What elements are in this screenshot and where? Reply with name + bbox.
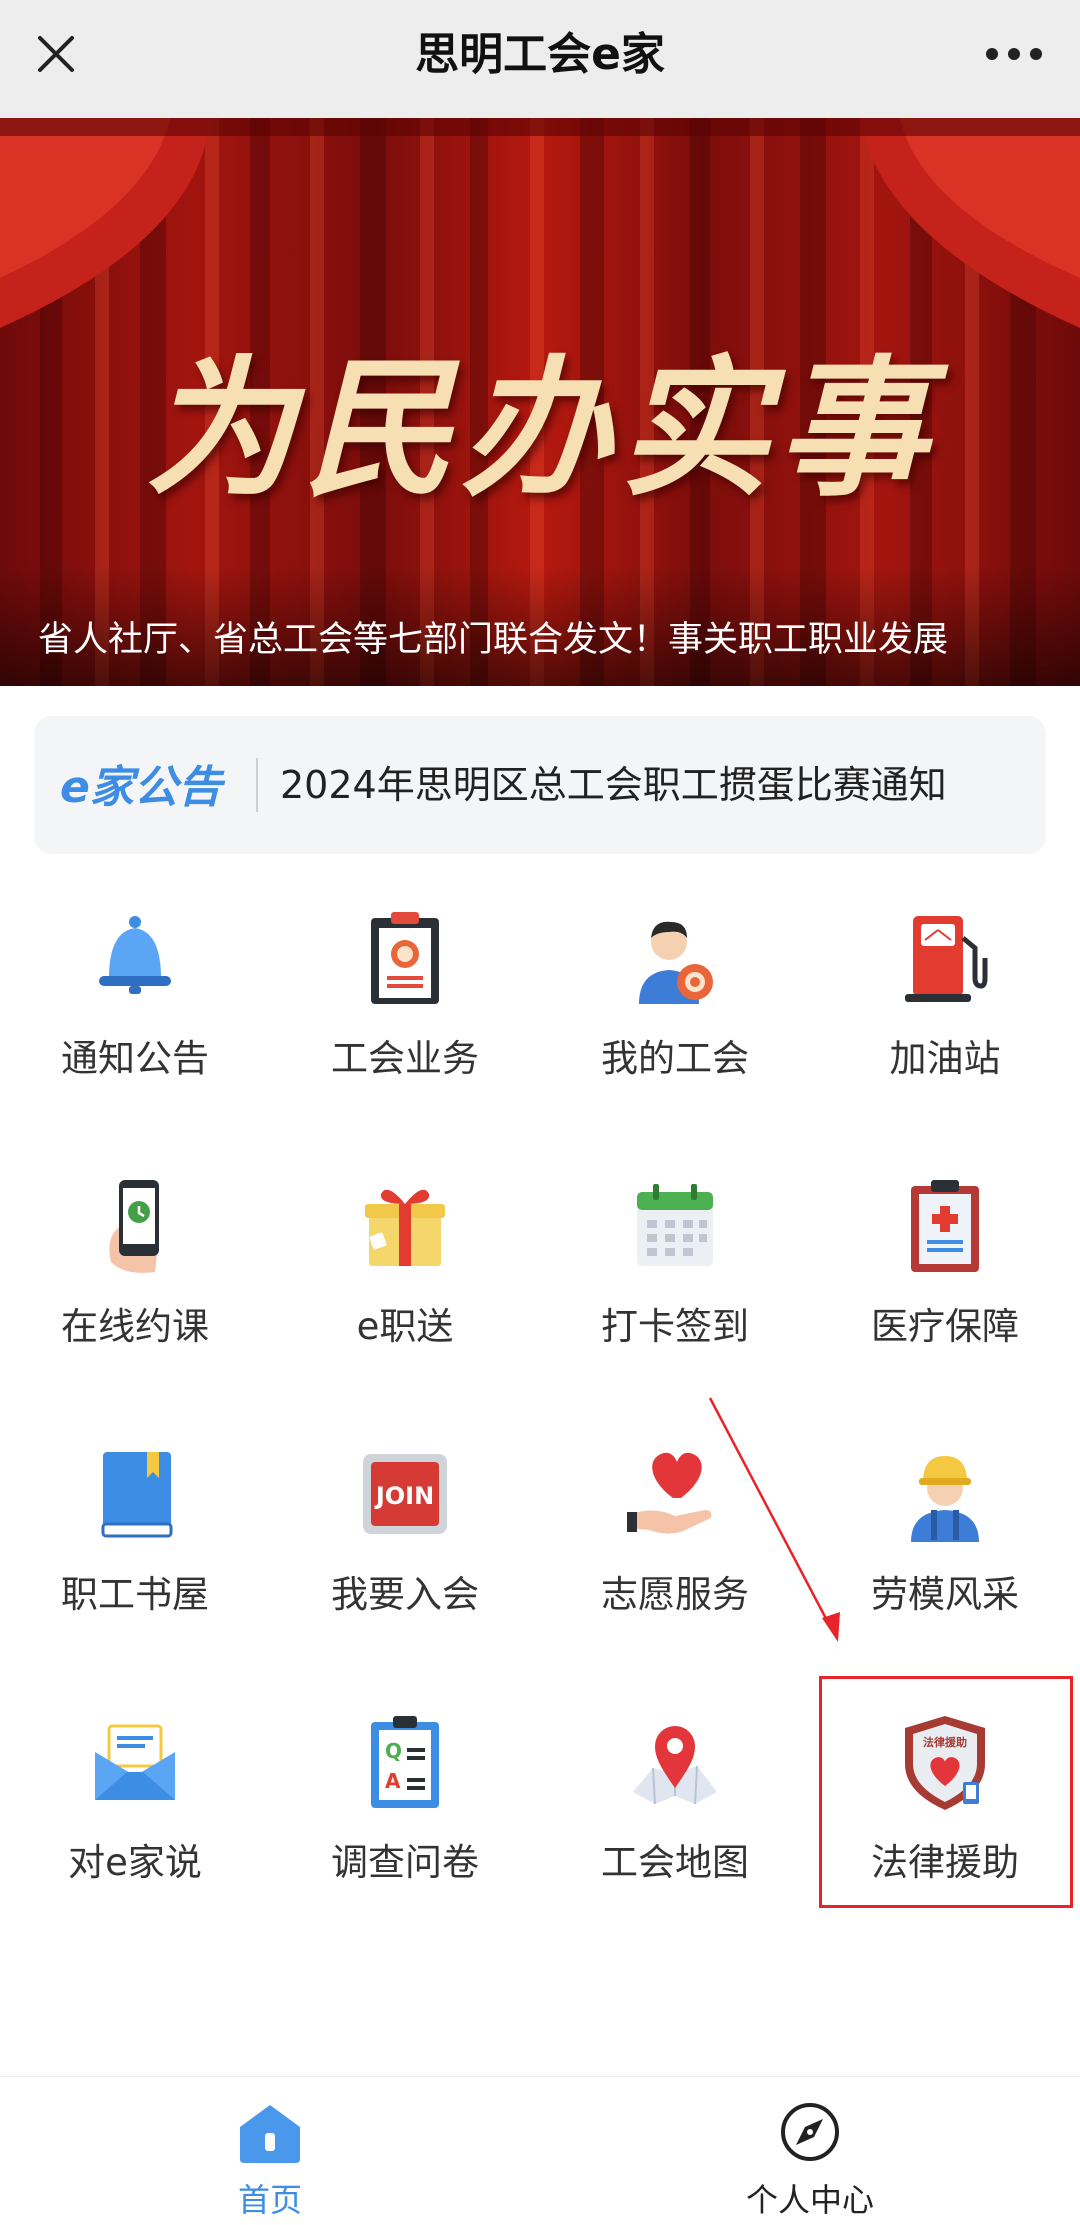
grid-row: 在线约课 e职送 打卡签到 医疗保障 bbox=[0, 1148, 1080, 1416]
qa-clipboard-icon: Q A bbox=[371, 1716, 439, 1808]
grid-label: 打卡签到 bbox=[601, 1305, 749, 1348]
grid-item-bookhouse[interactable]: 职工书屋 bbox=[0, 1416, 270, 1684]
nav-label-home: 首页 bbox=[237, 2181, 302, 2219]
red-arrow-annotation bbox=[708, 1397, 840, 1642]
grid-row: 职工书屋 JOIN 我要入会 志愿服务 劳模风采 bbox=[0, 1416, 1080, 1684]
grid-item-union-map[interactable]: 工会地图 bbox=[540, 1684, 810, 1952]
grid-item-e-delivery[interactable]: e职送 bbox=[270, 1148, 540, 1416]
grid-item-check-in[interactable]: 打卡签到 bbox=[540, 1148, 810, 1416]
svg-text:A: A bbox=[385, 1769, 401, 1793]
calendar-icon bbox=[637, 1184, 713, 1266]
grid-label: 职工书屋 bbox=[61, 1573, 209, 1616]
nav-label-profile: 个人中心 bbox=[745, 2181, 874, 2219]
grid-label: 我的工会 bbox=[601, 1037, 749, 1080]
grid-item-model-workers[interactable]: 劳模风采 bbox=[810, 1416, 1080, 1684]
more-dots-icon bbox=[986, 48, 1042, 60]
banner-carousel[interactable]: 为民办实事 省人社厅、省总工会等七部门联合发文！事关职工职业发展 bbox=[0, 118, 1080, 686]
book-icon bbox=[101, 1452, 173, 1538]
grid-row: 通知公告 工会业务 我的工会 加油站 bbox=[0, 880, 1080, 1148]
banner-headline: 为民办实事 bbox=[144, 341, 935, 517]
envelope-icon bbox=[95, 1724, 175, 1800]
medical-clipboard-icon bbox=[911, 1180, 979, 1272]
grid-label: 调查问卷 bbox=[331, 1841, 479, 1884]
svg-text:JOIN: JOIN bbox=[374, 1482, 434, 1510]
grid-label: 通知公告 bbox=[61, 1037, 209, 1080]
grid-label: 医疗保障 bbox=[871, 1305, 1019, 1348]
nav-tab-profile[interactable]: 个人中心 bbox=[540, 2077, 1080, 2225]
grid-label: 对e家说 bbox=[68, 1841, 202, 1884]
home-icon bbox=[240, 2105, 300, 2163]
bell-icon bbox=[99, 916, 171, 994]
grid-item-feedback[interactable]: 对e家说 bbox=[0, 1684, 270, 1952]
phone-clock-icon bbox=[109, 1180, 159, 1273]
grid-item-gas-station[interactable]: 加油站 bbox=[810, 880, 1080, 1148]
grid-item-join-union[interactable]: JOIN 我要入会 bbox=[270, 1416, 540, 1684]
worker-helmet-icon bbox=[911, 1456, 979, 1542]
grid-item-notice[interactable]: 通知公告 bbox=[0, 880, 270, 1148]
grid-label: 工会业务 bbox=[331, 1037, 479, 1080]
member-avatar-icon bbox=[639, 921, 713, 1004]
clipboard-badge-icon bbox=[371, 912, 439, 1004]
svg-text:e家公告: e家公告 bbox=[60, 762, 226, 813]
nav-tab-home[interactable]: 首页 bbox=[0, 2077, 540, 2225]
highlight-box bbox=[819, 1676, 1073, 1908]
svg-text:Q: Q bbox=[385, 1739, 402, 1763]
banner-caption: 省人社厅、省总工会等七部门联合发文！事关职工职业发展 bbox=[38, 620, 949, 660]
announcement-text[interactable]: 2024年思明区总工会职工掼蛋比赛通知 bbox=[280, 716, 947, 854]
grid-item-my-union[interactable]: 我的工会 bbox=[540, 880, 810, 1148]
grid-item-medical[interactable]: 医疗保障 bbox=[810, 1148, 1080, 1416]
grid-item-union-business[interactable]: 工会业务 bbox=[270, 880, 540, 1148]
grid-label: e职送 bbox=[356, 1305, 454, 1348]
gift-icon bbox=[365, 1189, 445, 1266]
ejia-announcement-logo: e家公告 bbox=[60, 762, 226, 813]
grid-item-online-course[interactable]: 在线约课 bbox=[0, 1148, 270, 1416]
grid-label: 在线约课 bbox=[61, 1305, 209, 1348]
notice-divider bbox=[256, 758, 258, 812]
grid-label: 加油站 bbox=[889, 1037, 1001, 1080]
join-sign-icon: JOIN bbox=[363, 1454, 447, 1534]
top-bar: 思明工会e家 bbox=[0, 0, 1080, 118]
grid-item-survey[interactable]: Q A 调查问卷 bbox=[270, 1684, 540, 1952]
map-pin-icon bbox=[633, 1726, 717, 1805]
grid-label: 劳模风采 bbox=[871, 1573, 1019, 1616]
announcement-bar[interactable]: e家公告 2024年思明区总工会职工掼蛋比赛通知 bbox=[34, 716, 1046, 854]
bottom-nav: 首页 个人中心 bbox=[0, 2076, 1080, 2225]
grid-label: 工会地图 bbox=[601, 1841, 749, 1884]
compass-icon bbox=[781, 2103, 839, 2161]
grid-label: 我要入会 bbox=[331, 1573, 479, 1616]
page-title: 思明工会e家 bbox=[415, 29, 665, 80]
more-options-button[interactable] bbox=[968, 18, 1060, 90]
gas-pump-icon bbox=[905, 916, 988, 1002]
